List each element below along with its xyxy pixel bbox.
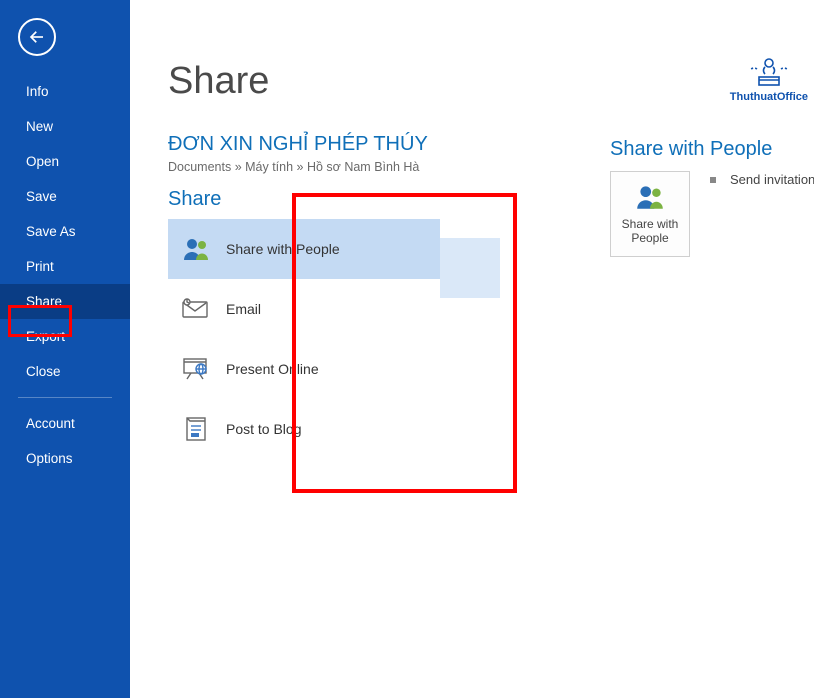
- watermark: ThuthuatOffice: [730, 55, 808, 103]
- sidebar-item-account[interactable]: Account: [0, 406, 130, 441]
- share-with-people-tile[interactable]: Share with People: [610, 171, 690, 257]
- back-button[interactable]: [18, 18, 56, 56]
- share-option-present-online[interactable]: Present Online: [168, 339, 440, 399]
- share-option-share-with-people[interactable]: Share with People: [168, 219, 440, 279]
- people-icon: [176, 236, 216, 262]
- sidebar-item-share[interactable]: Share: [0, 284, 130, 319]
- tile-label: Share with People: [615, 217, 685, 246]
- page-title: Share: [168, 60, 814, 103]
- sidebar-item-info[interactable]: Info: [0, 74, 130, 109]
- sidebar-item-print[interactable]: Print: [0, 249, 130, 284]
- back-arrow-icon: [28, 28, 46, 46]
- share-option-label: Present Online: [226, 361, 319, 377]
- share-option-label: Post to Blog: [226, 421, 302, 437]
- share-option-label: Email: [226, 301, 261, 317]
- people-icon: [634, 183, 666, 211]
- email-icon: [176, 298, 216, 320]
- content-area: Share ĐƠN XIN NGHỈ PHÉP THÚY Documents »…: [130, 0, 814, 698]
- sidebar-separator: [18, 397, 112, 398]
- sidebar-item-new[interactable]: New: [0, 109, 130, 144]
- sidebar-item-open[interactable]: Open: [0, 144, 130, 179]
- sidebar-item-options[interactable]: Options: [0, 441, 130, 476]
- hint-text: Send invitations and ge: [730, 172, 814, 187]
- share-option-label: Share with People: [226, 241, 340, 257]
- share-option-selected-bg-overflow: [440, 238, 500, 298]
- share-option-post-to-blog[interactable]: Post to Blog: [168, 399, 440, 459]
- blog-icon: [176, 416, 216, 442]
- bullet-icon: [710, 177, 716, 183]
- present-online-icon: [176, 356, 216, 382]
- sidebar-item-close[interactable]: Close: [0, 354, 130, 389]
- share-option-email[interactable]: Email: [168, 279, 440, 339]
- right-pane-title: Share with People: [610, 138, 772, 161]
- sidebar-item-export[interactable]: Export: [0, 319, 130, 354]
- watermark-text: ThuthuatOffice: [730, 91, 808, 103]
- hint-row: Send invitations and ge: [710, 172, 814, 187]
- backstage-sidebar: Info New Open Save Save As Print Share E…: [0, 0, 130, 698]
- right-pane: Share with People Share with People: [610, 138, 772, 257]
- sidebar-item-save[interactable]: Save: [0, 179, 130, 214]
- sidebar-item-save-as[interactable]: Save As: [0, 214, 130, 249]
